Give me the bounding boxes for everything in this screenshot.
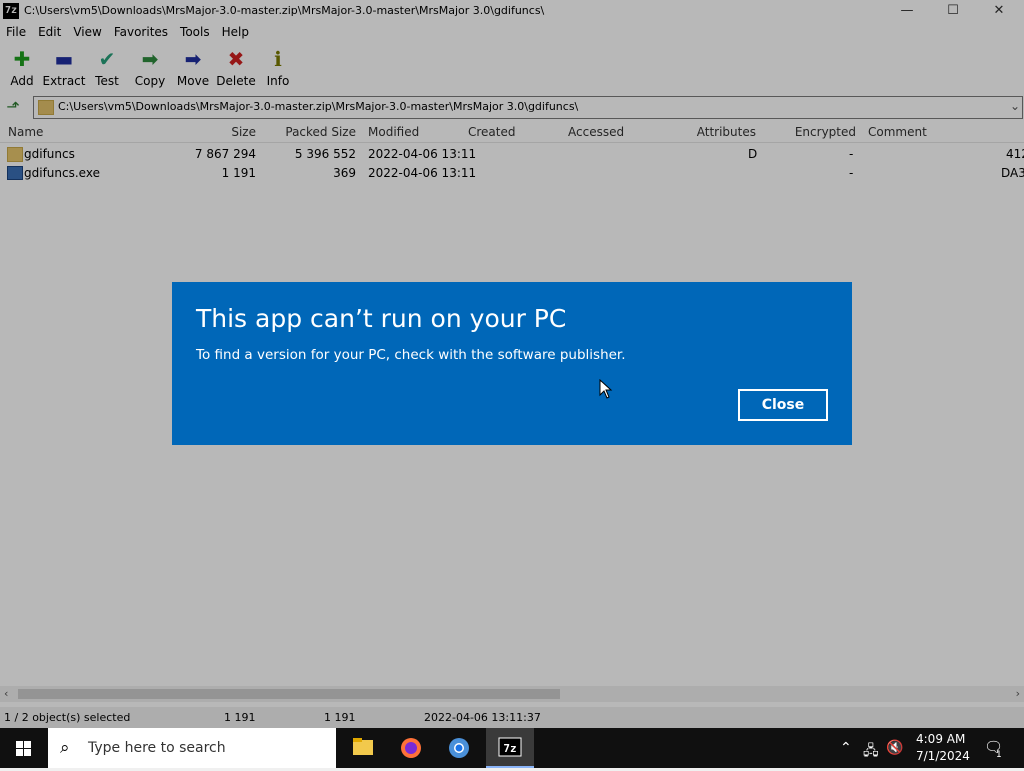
chrome-icon xyxy=(449,738,469,758)
speaker-muted-icon[interactable]: 🔇 xyxy=(886,740,903,756)
dialog-close-button[interactable]: Close xyxy=(738,389,828,421)
notification-count: 1 xyxy=(996,750,1002,760)
clock-time[interactable]: 4:09 AM xyxy=(916,732,965,746)
mouse-cursor-icon xyxy=(599,379,613,399)
search-icon: ⌕ xyxy=(60,738,70,758)
7zip-taskbar-button[interactable]: 7z xyxy=(486,728,534,768)
chrome-taskbar-button[interactable] xyxy=(435,728,483,768)
svg-text:7z: 7z xyxy=(503,742,516,755)
dialog-message: To find a version for your PC, check wit… xyxy=(196,347,626,363)
search-placeholder: Type here to search xyxy=(88,740,226,756)
firefox-icon xyxy=(401,738,421,758)
firefox-taskbar-button[interactable] xyxy=(387,728,435,768)
folder-icon xyxy=(353,738,373,755)
chevron-up-icon[interactable]: ⌃ xyxy=(840,740,852,756)
7zip-window: 7z C:\Users\vm5\Downloads\MrsMajor-3.0-m… xyxy=(0,0,1024,728)
taskbar-search-box[interactable]: ⌕ Type here to search xyxy=(48,728,336,768)
file-explorer-taskbar-button[interactable] xyxy=(339,728,387,768)
network-icon[interactable]: 🖧 xyxy=(863,740,879,764)
windows-logo-icon xyxy=(16,741,31,756)
dialog-title: This app can’t run on your PC xyxy=(196,304,567,333)
taskbar: ⌕ Type here to search 7z ⌃ 🖧 🔇 4:09 AM 7… xyxy=(0,728,1024,768)
app-cant-run-dialog: This app can’t run on your PC To find a … xyxy=(172,282,852,445)
7zip-icon: 7z xyxy=(498,737,522,757)
start-button[interactable] xyxy=(0,728,48,768)
clock-date[interactable]: 7/1/2024 xyxy=(916,749,970,763)
